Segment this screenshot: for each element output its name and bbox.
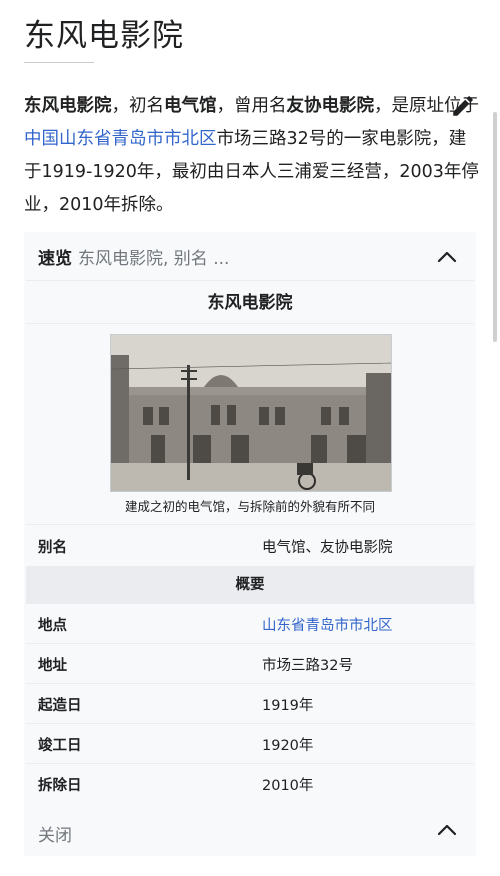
infobox-row-address: 地址 市场三路32号 (24, 644, 476, 683)
row-key: 竣工日 (38, 738, 82, 754)
row-value: 1919年 (262, 698, 314, 714)
intro-text-1: ，初名 (111, 96, 165, 116)
intro-text-3: ，是原址位于 (374, 96, 479, 116)
row-key: 地址 (38, 658, 67, 674)
row-key: 拆除日 (38, 778, 82, 794)
scrollbar[interactable] (493, 112, 497, 342)
location-link[interactable]: 中国山东省青岛市市北区 (24, 129, 217, 149)
row-key: 起造日 (38, 698, 82, 714)
location-value-link[interactable]: 山东省青岛市市北区 (262, 614, 393, 635)
row-value: 2010年 (262, 778, 314, 794)
infobox-divider (26, 323, 474, 324)
infobox-row-location: 地点 山东省青岛市市北区 (24, 604, 476, 643)
row-key: 地点 (38, 618, 67, 634)
infobox-row-alias: 别名 电气馆、友协电影院 (24, 526, 476, 565)
title-divider (24, 62, 94, 63)
infobox-row-start-date: 起造日 1919年 (24, 684, 476, 723)
row-value: 市场三路32号 (262, 658, 353, 674)
infobox-row-completion-date: 竣工日 1920年 (24, 724, 476, 763)
close-infobox-button[interactable]: 关闭 (38, 821, 72, 846)
chevron-up-icon[interactable] (436, 250, 458, 264)
row-value: 1920年 (262, 738, 314, 754)
section-overview: 概要 (26, 566, 474, 604)
row-value: 电气馆、友协电影院 (262, 540, 393, 556)
photo-caption: 建成之初的电气馆，与拆除前的外貌有所不同 (124, 499, 375, 514)
infobox-header-label: 速览 (38, 249, 72, 269)
article-name: 东风电影院 (24, 96, 112, 116)
intro-paragraph: 东风电影院，初名电气馆，曾用名友协电影院，是原址位于中国山东省青岛市市北区市场三… (24, 90, 479, 222)
infobox-header-preview: 东风电影院, 别名 ... (78, 249, 230, 269)
infobox-name: 东风电影院 (207, 293, 293, 313)
infobox: 速览 东风电影院, 别名 ... 东风电影院 建成之初的电气馆，与拆除前的外貌有… (24, 232, 476, 856)
alias-1: 电气馆 (164, 96, 217, 116)
infobox-divider (26, 524, 474, 525)
intro-text-2: ，曾用名 (216, 96, 287, 116)
chevron-up-icon[interactable] (436, 823, 458, 837)
infobox-header[interactable]: 速览 东风电影院, 别名 ... (38, 244, 229, 269)
infobox-row-demolition-date: 拆除日 2010年 (24, 764, 476, 803)
cinema-photo[interactable] (110, 334, 392, 492)
alias-2: 友协电影院 (286, 96, 375, 116)
infobox-divider (26, 280, 474, 281)
page-title: 东风电影院 (24, 18, 184, 54)
row-key: 别名 (38, 540, 67, 556)
